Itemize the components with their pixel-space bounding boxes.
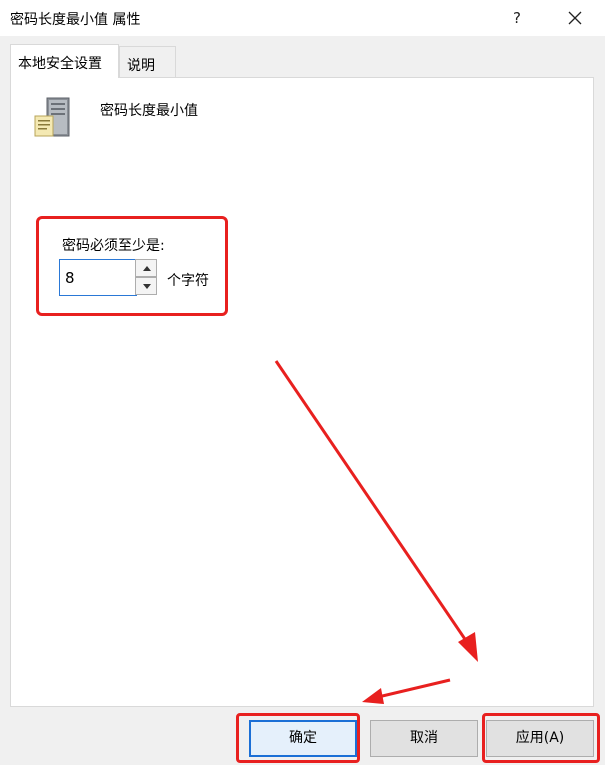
annotation-arrowhead-down <box>458 632 478 662</box>
annotation-arrowhead-left <box>362 688 384 704</box>
tab-local-security-setting[interactable]: 本地安全设置 <box>10 44 119 78</box>
annotation-arrow-down <box>274 360 473 649</box>
annotation-arrows <box>274 360 478 704</box>
annotation-arrow-left <box>377 678 451 699</box>
